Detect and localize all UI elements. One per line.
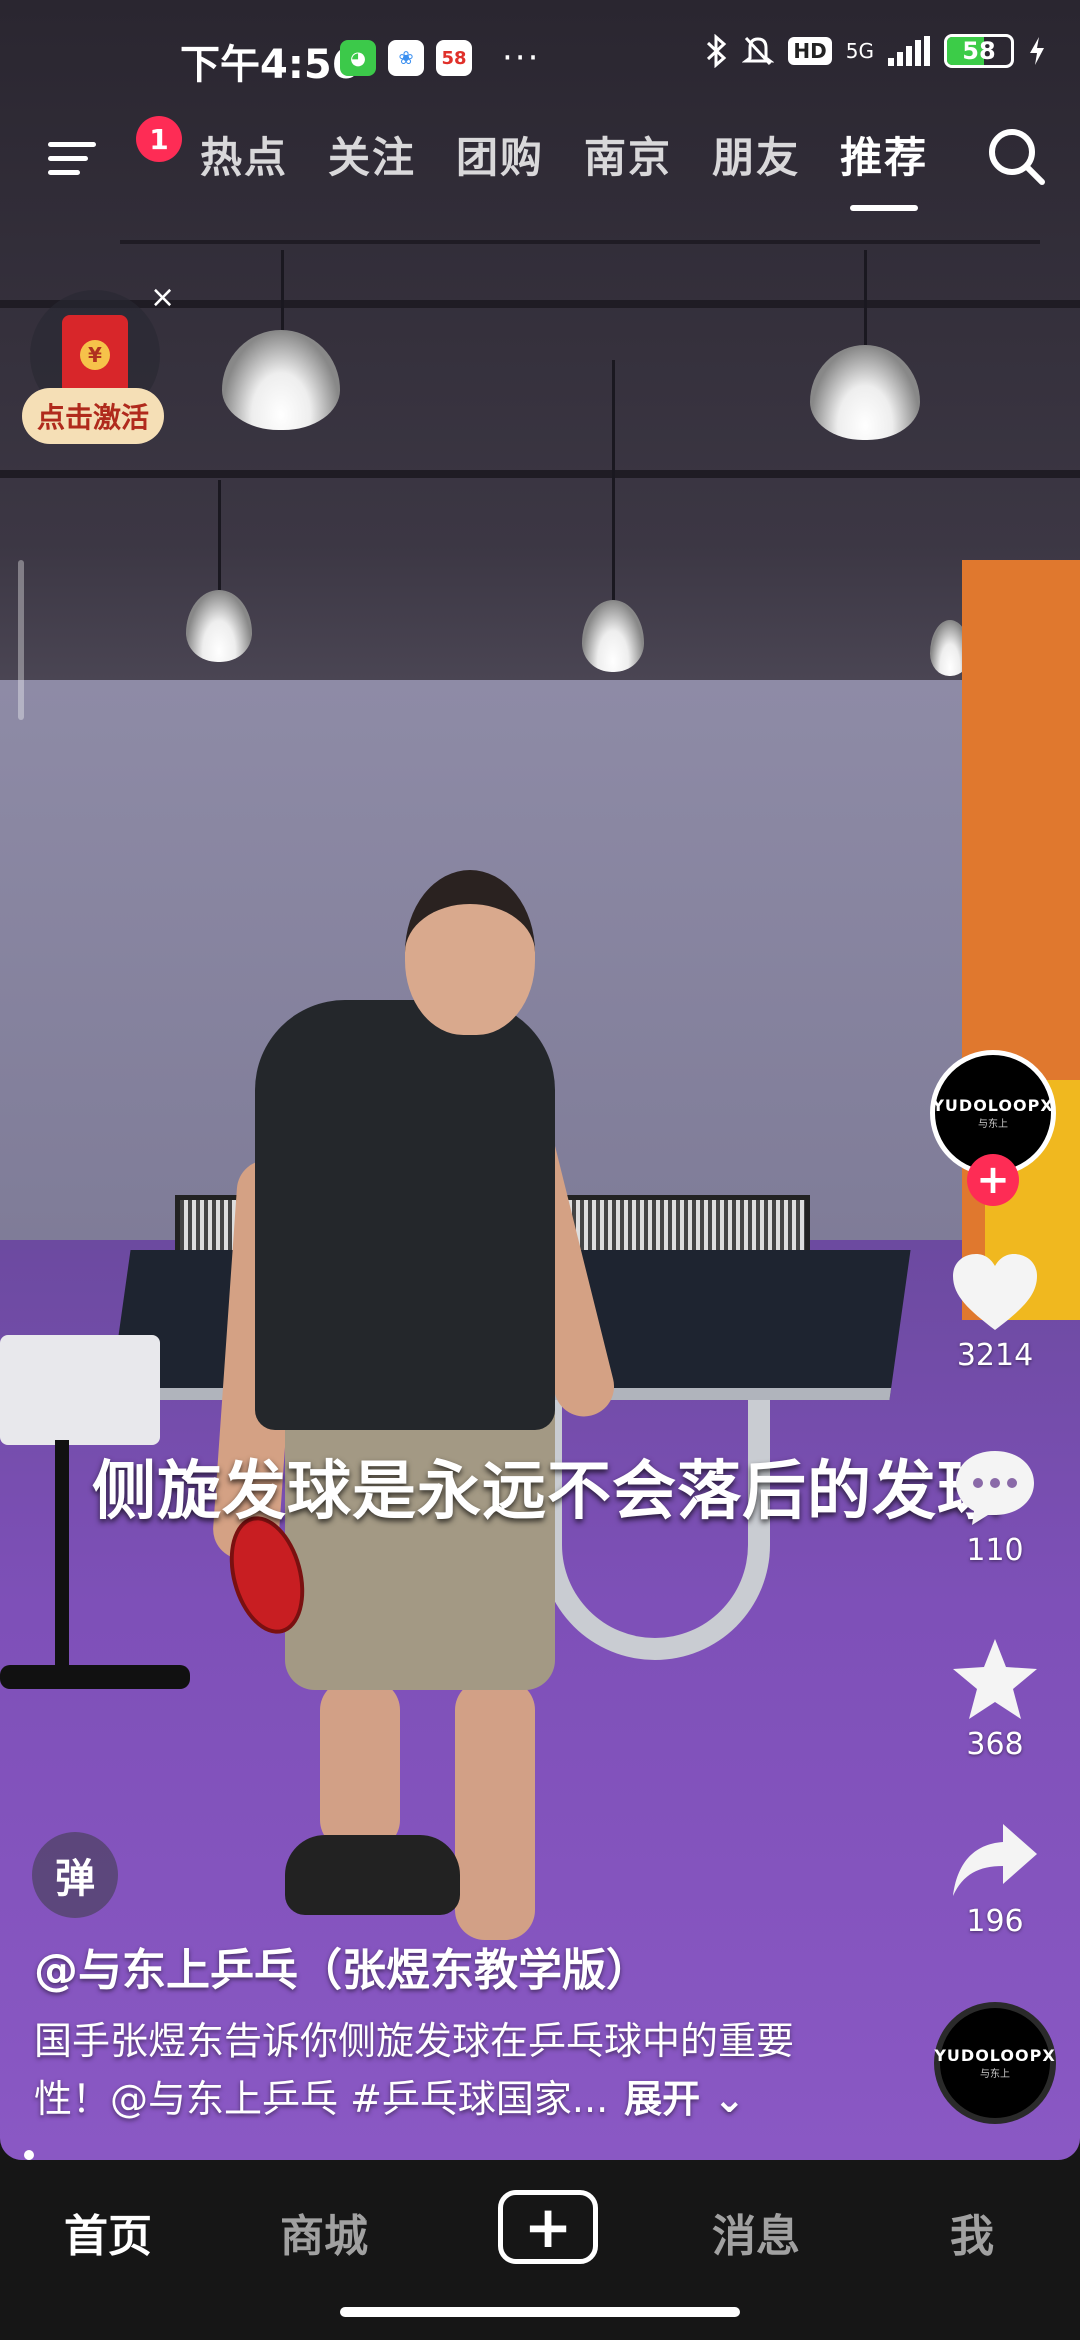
lamp-cord	[612, 360, 615, 600]
app-notification-icon: ◕	[340, 40, 376, 76]
tab-home[interactable]: 首页	[8, 2200, 208, 2264]
search-button[interactable]	[982, 122, 1052, 192]
avatar-logo-text: YUDOLOOPX	[932, 1096, 1054, 1115]
star-icon	[953, 1639, 1037, 1719]
tab-group-buy[interactable]: 团购	[456, 124, 544, 185]
red-packet-widget[interactable]: ¥ × 点击激活	[22, 280, 175, 450]
activate-label[interactable]: 点击激活	[22, 388, 164, 444]
tab-me[interactable]: 我	[872, 2200, 1072, 2264]
danmu-toggle-button[interactable]: 弹	[32, 1832, 118, 1918]
player-leg	[320, 1680, 400, 1850]
expand-label: 展开	[624, 2077, 701, 2121]
status-bar: 下午4:56 ◕ ❀ 58 ··· HD 5G 58	[0, 0, 1080, 118]
share-button[interactable]: 196	[920, 1820, 1070, 1939]
app-58-icon: 58	[436, 40, 472, 76]
envelope-icon: ¥	[62, 315, 128, 395]
player-shirt	[255, 1000, 555, 1430]
basket-stand-base	[0, 1665, 190, 1689]
music-disc[interactable]: YUDOLOOPX 与东上	[934, 2002, 1056, 2124]
ball-basket	[0, 1335, 160, 1445]
feed-tabs: 热点 关注 团购 南京 朋友 推荐	[200, 124, 928, 211]
chevron-down-icon: ⌄	[700, 2077, 746, 2121]
tab-recommended[interactable]: 推荐	[840, 124, 928, 211]
favorite-button[interactable]: 368	[920, 1635, 1070, 1762]
heart-icon	[953, 1254, 1037, 1330]
side-scroll-indicator	[18, 560, 24, 720]
tab-nanjing[interactable]: 南京	[584, 124, 672, 185]
lamp-cord	[864, 250, 867, 345]
plus-icon: +	[523, 2193, 573, 2261]
notification-badge: 1	[136, 116, 182, 162]
expand-button[interactable]: 展开 ⌄	[624, 2077, 745, 2121]
top-nav: 1 热点 关注 团购 南京 朋友 推荐	[0, 110, 1080, 211]
status-time: 下午4:56	[180, 42, 360, 88]
comment-button[interactable]: 110	[920, 1445, 1070, 1568]
mute-bell-icon	[742, 36, 775, 66]
player-slipper	[285, 1835, 460, 1915]
avatar-logo-sub: 与东上	[978, 1119, 1008, 1130]
video-progress-dot[interactable]	[24, 2150, 34, 2160]
search-icon	[989, 129, 1045, 185]
follow-button[interactable]: +	[967, 1154, 1019, 1206]
tab-mall[interactable]: 商城	[224, 2200, 424, 2264]
comment-count: 110	[966, 1533, 1024, 1568]
author-name[interactable]: @与东上乒乓（张煜东教学版）	[34, 1934, 650, 1998]
like-button[interactable]: 3214	[920, 1250, 1070, 1373]
disc-logo-text: YUDOLOOPX	[934, 2046, 1056, 2065]
share-arrow-icon	[953, 1824, 1037, 1896]
cloud-app-icon: ❀	[388, 40, 424, 76]
like-count: 3214	[956, 1338, 1034, 1373]
tab-following[interactable]: 关注	[328, 124, 416, 185]
create-button[interactable]: +	[498, 2190, 598, 2264]
status-system-icons: HD 5G 58	[704, 34, 1046, 68]
menu-icon-line	[48, 156, 88, 161]
home-indicator[interactable]	[340, 2307, 740, 2317]
coin-icon: ¥	[80, 340, 110, 370]
tab-hot[interactable]: 热点	[200, 124, 288, 185]
lamp-cord	[218, 480, 221, 590]
ceiling-beam	[0, 470, 1080, 478]
lamp-cord	[281, 250, 284, 330]
player-head	[405, 870, 535, 1035]
player-leg	[455, 1680, 535, 1940]
close-icon[interactable]: ×	[150, 280, 175, 315]
bluetooth-icon	[707, 34, 727, 68]
comment-icon	[956, 1451, 1034, 1525]
hd-badge: HD	[788, 37, 832, 65]
battery-level: 58	[962, 37, 996, 65]
signal-icon	[888, 36, 930, 66]
menu-icon-line	[48, 170, 80, 175]
menu-button[interactable]: 1	[44, 116, 182, 188]
status-notification-icons: ◕ ❀ 58 ···	[340, 38, 540, 78]
share-count: 196	[966, 1904, 1024, 1939]
tab-messages[interactable]: 消息	[656, 2200, 856, 2264]
more-notifications-icon: ···	[502, 38, 541, 78]
tab-friends[interactable]: 朋友	[712, 124, 800, 185]
network-type: 5G	[845, 39, 874, 63]
video-description[interactable]: 国手张煜东告诉你侧旋发球在乒乓球中的重要性！@与东上乒乓 #乒乓球国家... 展开…	[34, 2012, 854, 2128]
battery-icon: 58	[944, 34, 1014, 68]
disc-logo-sub: 与东上	[980, 2069, 1010, 2080]
ceiling-wire	[120, 240, 1040, 244]
menu-icon	[48, 142, 96, 147]
favorite-count: 368	[966, 1727, 1024, 1762]
video-subtitle: 侧旋发球是永远不会落后的发球	[92, 1454, 1002, 1529]
charging-icon	[1030, 37, 1044, 65]
basket-stand	[55, 1440, 69, 1680]
